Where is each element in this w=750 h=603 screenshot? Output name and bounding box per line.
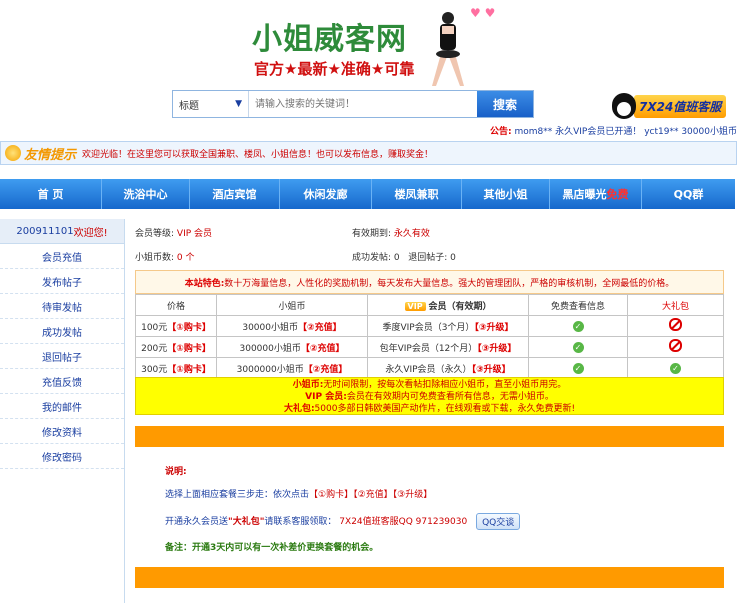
nav-qq-group[interactable]: QQ群 [642, 179, 735, 209]
sidebar-item-password[interactable]: 修改密码 [0, 444, 124, 469]
announcement: 公告: mom8** 永久VIP会员已开通！ yct19** 30000小姐币 [490, 124, 737, 137]
tip-bar: 友情提示 欢迎光临！在这里您可以获取全国兼职、楼凤、小姐信息！也可以发布信息，赚… [0, 141, 737, 165]
buy-card-link[interactable]: 【①购卡】 [167, 344, 211, 354]
search-field-value: 标题 [179, 100, 199, 112]
sidebar-item-recharge[interactable]: 会员充值 [0, 244, 124, 269]
col-coins: 小姐币 [216, 294, 368, 316]
mascot-girl-image [432, 12, 464, 86]
check-icon: ✓ [572, 362, 584, 374]
buy-card-link[interactable]: 【①购卡】 [167, 365, 211, 375]
recharge-link[interactable]: 【②充值】 [301, 344, 345, 354]
feature-banner: 本站特色: 数十万海量信息，人性化的奖励机制，每天发布大量信息。强大的管理团队，严… [135, 270, 724, 294]
expire-date: 有效期到: 永久有效 [352, 229, 430, 239]
search-input[interactable] [249, 91, 477, 117]
nav-bath-center[interactable]: 洗浴中心 [102, 179, 190, 209]
sidebar-item-mail[interactable]: 我的邮件 [0, 394, 124, 419]
nav-home[interactable]: 首 页 [0, 179, 102, 209]
dropdown-arrow-icon: ▼ [235, 99, 242, 109]
orange-divider [135, 426, 724, 447]
upgrade-link[interactable]: 【③升级】 [477, 344, 516, 354]
check-icon: ✓ [572, 320, 584, 332]
site-slogan: 官方★最新★准确★可靠 [254, 60, 415, 78]
nav-free-badge: 免费 [606, 188, 629, 201]
tip-text: 欢迎光临！在这里您可以获取全国兼职、楼凤、小姐信息！也可以发布信息，赚取奖金！ [82, 149, 434, 160]
sidebar-item-pending[interactable]: 待审发帖 [0, 294, 124, 319]
check-icon: ✓ [572, 341, 584, 353]
nav-other[interactable]: 其他小姐 [462, 179, 550, 209]
upgrade-link[interactable]: 【③升级】 [474, 323, 513, 333]
sidebar-item-success[interactable]: 成功发帖 [0, 319, 124, 344]
nav-blacklist[interactable]: 黑店曝光 免费 [550, 179, 642, 209]
check-icon: ✓ [670, 362, 681, 374]
recharge-link[interactable]: 【②充值】 [304, 365, 348, 375]
table-row: 200元【①购卡】 300000小姐币【②充值】 包年VIP会员（12个月）【③… [135, 336, 724, 358]
nav-part-time[interactable]: 楼凤兼职 [372, 179, 462, 209]
vip-icon: VIP [404, 301, 426, 311]
sidebar-item-profile[interactable]: 修改资料 [0, 419, 124, 444]
explain-note: 备注：开通3天内可以有一次补差价更换套餐的机会。 [165, 543, 379, 553]
explain-steps: 选择上面相应套餐三步走：依次点击【①购卡】【②充值】【③升级】 [165, 490, 433, 500]
sidebar-item-returned[interactable]: 退回帖子 [0, 344, 124, 369]
sidebar-item-feedback[interactable]: 充值反馈 [0, 369, 124, 394]
orange-footer-bar [135, 567, 724, 588]
site-title: 小姐威客网 [252, 22, 407, 57]
qq-service-label: 7X24值班客服 [634, 94, 727, 118]
nav-hotel[interactable]: 酒店宾馆 [190, 179, 280, 209]
post-stats: 成功发帖: 0 退回帖子: 0 [352, 253, 456, 263]
explain-gift: 开通永久会员送"大礼包"请联系客服领取： 7X24值班客服QQ 97123903… [165, 513, 521, 530]
recharge-link[interactable]: 【②充值】 [298, 323, 342, 333]
smiley-icon [5, 145, 21, 161]
announcement-text: mom8** 永久VIP会员已开通！ yct19** 30000小姐币 [514, 127, 737, 137]
col-member: VIP 会员（有效期） [367, 294, 529, 316]
table-row: 100元【①购卡】 30000小姐币【②充值】 季度VIP会员（3个月）【③升级… [135, 315, 724, 337]
sidebar: 200911101 欢迎您! 会员充值 发布帖子 待审发帖 成功发帖 退回帖子 … [0, 219, 125, 603]
price-table: 价格 小姐币 VIP 会员（有效期） 免费查看信息 大礼包 100元【①购卡】 … [135, 294, 724, 379]
announcement-label: 公告: [490, 127, 512, 137]
user-id: 200911101 [16, 225, 74, 237]
col-gift: 大礼包 [627, 294, 724, 316]
forbidden-icon [669, 339, 682, 352]
forbidden-icon [669, 318, 682, 331]
upgrade-link[interactable]: 【③升级】 [472, 365, 511, 375]
buy-card-link[interactable]: 【①购卡】 [167, 323, 211, 333]
qq-service-button[interactable]: 7X24值班客服 [612, 92, 730, 120]
search-button[interactable]: 搜索 [477, 91, 533, 117]
col-free-view: 免费查看信息 [528, 294, 628, 316]
qq-talk-button[interactable]: QQ交谈 [476, 513, 521, 530]
pricing-legend: 小姐币:无时间限制，按每次看帖扣除相应小姐币，直至小姐币用完。 VIP 会员:会… [135, 377, 724, 415]
search-bar: 标题 ▼ 搜索 [172, 90, 534, 118]
col-price: 价格 [135, 294, 217, 316]
table-row: 300元【①购卡】 3000000小姐币【②充值】 永久VIP会员（永久）【③升… [135, 357, 724, 379]
qq-penguin-icon [612, 93, 636, 119]
member-level: 会员等级: VIP 会员 [135, 229, 213, 239]
tip-label: 友情提示 [24, 147, 77, 163]
coin-count: 小姐币数: 0 个 [135, 253, 195, 263]
hearts-icon: ♥ ♥ [470, 6, 496, 20]
welcome-text: 欢迎您! [73, 227, 108, 239]
nav-salon[interactable]: 休闲发廊 [280, 179, 372, 209]
main-nav: 首 页 洗浴中心 酒店宾馆 休闲发廊 楼凤兼职 其他小姐 黑店曝光 免费 QQ群 [0, 179, 735, 209]
sidebar-item-post[interactable]: 发布帖子 [0, 269, 124, 294]
explain-title: 说明: [165, 467, 187, 477]
sidebar-header: 200911101 欢迎您! [0, 219, 124, 244]
search-field-select[interactable]: 标题 ▼ [173, 91, 249, 117]
